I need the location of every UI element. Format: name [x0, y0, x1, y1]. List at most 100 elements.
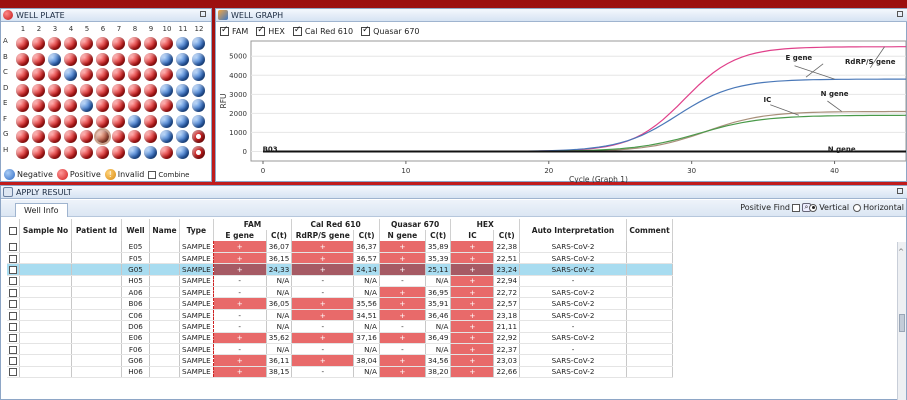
- well-E4[interactable]: [64, 99, 77, 112]
- well-G2[interactable]: [32, 130, 45, 143]
- sample-no-cell[interactable]: [19, 332, 72, 345]
- well-A4[interactable]: [64, 37, 77, 50]
- well-F5[interactable]: [80, 114, 93, 128]
- row-checkbox[interactable]: [7, 263, 20, 276]
- well-H10[interactable]: [160, 145, 173, 159]
- well-F1[interactable]: [16, 114, 29, 128]
- row-checkbox-box[interactable]: [9, 368, 17, 377]
- well-G5[interactable]: [80, 130, 93, 143]
- well-B2[interactable]: [32, 52, 45, 66]
- table-row[interactable]: F05 SAMPLE +36,15 +36,57 +35,39 +22,51 SARS-Co…: [7, 252, 674, 265]
- table-row[interactable]: B06 SAMPLE +36,05 +35,56 +35,91 +22,57 SARS-Co…: [7, 297, 674, 310]
- positive-find[interactable]: Positive Find ⌕: [740, 203, 811, 212]
- well-H8[interactable]: [128, 145, 141, 159]
- well-F2[interactable]: [32, 114, 45, 128]
- table-row[interactable]: A06 SAMPLE - N/A - N/A +36,95 +22,72 SARS-CoV-2: [7, 286, 674, 299]
- name-cell[interactable]: [149, 343, 180, 356]
- plate-column-label[interactable]: 10: [159, 25, 175, 34]
- well-D4[interactable]: [64, 83, 77, 97]
- well-A11[interactable]: [176, 37, 189, 50]
- well-G8[interactable]: [128, 130, 141, 143]
- sample-no-cell[interactable]: [19, 241, 72, 253]
- scroll-up-icon[interactable]: ^: [898, 248, 904, 256]
- patient-id-cell[interactable]: [71, 343, 122, 356]
- pin-icon[interactable]: [200, 11, 206, 17]
- row-checkbox-box[interactable]: [9, 265, 17, 274]
- table-row[interactable]: H05 SAMPLE - N/A - N/A - N/A +22,94-: [7, 275, 674, 288]
- comment-cell[interactable]: [626, 320, 674, 333]
- name-cell[interactable]: [149, 263, 180, 276]
- well-B1[interactable]: [16, 52, 29, 66]
- well-E9[interactable]: [144, 99, 157, 112]
- pin-icon[interactable]: [897, 11, 903, 17]
- plate-row-label[interactable]: D: [3, 84, 13, 100]
- sample-no-cell[interactable]: [19, 286, 72, 299]
- well-D7[interactable]: [112, 83, 125, 97]
- plate-column-label[interactable]: 7: [111, 25, 127, 34]
- row-checkbox-box[interactable]: [9, 345, 17, 354]
- patient-id-cell[interactable]: [71, 297, 122, 310]
- checkbox-icon[interactable]: [361, 25, 371, 36]
- header-auto-interpretation[interactable]: Auto Interpretation: [519, 219, 628, 241]
- well-E12[interactable]: [192, 99, 205, 112]
- well-A5[interactable]: [80, 37, 93, 50]
- dye-checkbox-cal-red-610[interactable]: Cal Red 610: [292, 25, 353, 36]
- row-checkbox-box[interactable]: [9, 254, 17, 263]
- comment-cell[interactable]: [626, 332, 674, 345]
- well-C7[interactable]: [112, 68, 125, 81]
- plate-column-label[interactable]: 11: [175, 25, 191, 34]
- well-B12[interactable]: [192, 52, 205, 66]
- well-H7[interactable]: [112, 145, 125, 159]
- well-F7[interactable]: [112, 114, 125, 128]
- patient-id-cell[interactable]: [71, 275, 122, 288]
- dye-checkbox-fam[interactable]: FAM: [220, 25, 248, 36]
- table-row[interactable]: C06 SAMPLE - N/A +34,51 +36,46 +23,18 SARS-CoV-…: [7, 309, 674, 322]
- well-B8[interactable]: [128, 52, 141, 66]
- header-ic[interactable]: IC: [450, 230, 495, 241]
- header-name[interactable]: Name: [149, 219, 180, 241]
- radio-vertical-dot[interactable]: [809, 203, 818, 212]
- header-well[interactable]: Well: [121, 219, 150, 241]
- well-A2[interactable]: [32, 37, 45, 50]
- plate-row-label[interactable]: H: [3, 146, 13, 162]
- row-checkbox[interactable]: [7, 366, 20, 379]
- scrollbar-thumb[interactable]: [899, 314, 905, 332]
- well-G9[interactable]: [144, 130, 157, 143]
- checkbox-icon[interactable]: [256, 25, 266, 36]
- well-G3[interactable]: [48, 130, 61, 143]
- plate-row-label[interactable]: A: [3, 37, 13, 53]
- row-checkbox-box[interactable]: [9, 300, 17, 309]
- header-hex-ct[interactable]: C(t): [493, 230, 521, 241]
- well-A1[interactable]: [16, 37, 29, 50]
- name-cell[interactable]: [149, 297, 180, 310]
- well-G1[interactable]: [16, 130, 29, 143]
- patient-id-cell[interactable]: [71, 252, 122, 265]
- well-E5[interactable]: [80, 99, 93, 112]
- well-E1[interactable]: [16, 99, 29, 112]
- header-type[interactable]: Type: [179, 219, 214, 241]
- patient-id-cell[interactable]: [71, 286, 122, 299]
- table-row[interactable]: H06 SAMPLE +38,15- N/A +38,20 +22,66 SARS-CoV-…: [7, 366, 674, 379]
- patient-id-cell[interactable]: [71, 320, 122, 333]
- well-A12[interactable]: [192, 37, 205, 50]
- well-G7[interactable]: [112, 130, 125, 143]
- well-E8[interactable]: [128, 99, 141, 112]
- name-cell[interactable]: [149, 275, 180, 288]
- patient-id-cell[interactable]: [71, 332, 122, 345]
- name-cell[interactable]: [149, 241, 180, 253]
- plate-column-label[interactable]: 3: [47, 25, 63, 34]
- table-row[interactable]: G05 SAMPLE +24,33 +24,14 +25,11 +23,24 SARS-Co…: [7, 263, 674, 276]
- well-C5[interactable]: [80, 68, 93, 81]
- header-calred-ct[interactable]: C(t): [353, 230, 380, 241]
- sample-no-cell[interactable]: [19, 309, 72, 322]
- well-B6[interactable]: [96, 52, 109, 66]
- tab-well-info[interactable]: Well Info: [15, 203, 68, 217]
- header-rdrp[interactable]: RdRP/S gene: [291, 230, 355, 241]
- sample-no-cell[interactable]: [19, 275, 72, 288]
- row-checkbox-box[interactable]: [9, 242, 17, 251]
- plate-column-label[interactable]: 2: [31, 25, 47, 34]
- well-D11[interactable]: [176, 83, 189, 97]
- comment-cell[interactable]: [626, 366, 674, 379]
- header-quasar-ct[interactable]: C(t): [425, 230, 452, 241]
- checkbox-icon[interactable]: [292, 25, 302, 36]
